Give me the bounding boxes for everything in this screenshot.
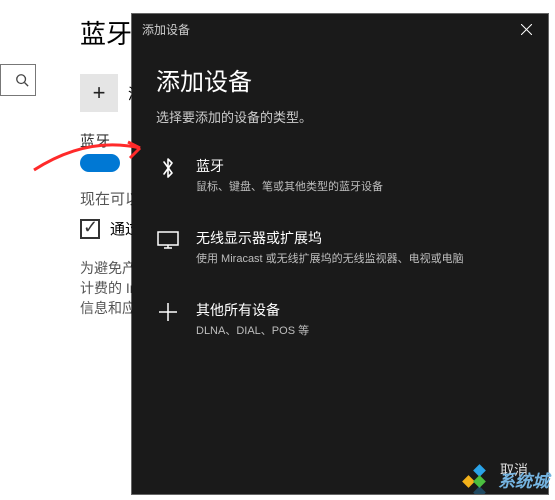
dialog-subtitle: 选择要添加的设备的类型。 <box>156 107 524 126</box>
option-other-text: 其他所有设备 DLNA、DIAL、POS 等 <box>196 300 309 338</box>
filter-checkbox[interactable] <box>80 219 100 239</box>
option-other-title: 其他所有设备 <box>196 300 309 320</box>
add-device-dialog: 添加设备 添加设备 选择要添加的设备的类型。 蓝牙 鼠标、键盘、笔或其他类型的蓝… <box>132 14 548 494</box>
option-bluetooth-desc: 鼠标、键盘、笔或其他类型的蓝牙设备 <box>196 178 383 194</box>
close-icon <box>521 24 532 35</box>
option-wireless-display-desc: 使用 Miracast 或无线扩展坞的无线监视器、电视或电脑 <box>196 250 464 266</box>
option-wireless-display[interactable]: 无线显示器或扩展坞 使用 Miracast 或无线扩展坞的无线监视器、电视或电脑 <box>156 220 524 274</box>
option-other-desc: DLNA、DIAL、POS 等 <box>196 322 309 338</box>
cancel-button[interactable]: 取消 <box>500 460 528 480</box>
option-bluetooth[interactable]: 蓝牙 鼠标、键盘、笔或其他类型的蓝牙设备 <box>156 148 524 202</box>
close-button[interactable] <box>504 14 548 44</box>
search-input[interactable] <box>0 64 36 96</box>
bluetooth-icon <box>156 156 180 180</box>
display-icon <box>156 228 180 252</box>
option-wireless-display-text: 无线显示器或扩展坞 使用 Miracast 或无线扩展坞的无线监视器、电视或电脑 <box>196 228 464 266</box>
dialog-title: 添加设备 <box>156 62 524 97</box>
option-other[interactable]: 其他所有设备 DLNA、DIAL、POS 等 <box>156 292 524 346</box>
dialog-header: 添加设备 <box>132 14 548 44</box>
option-wireless-display-title: 无线显示器或扩展坞 <box>196 228 464 248</box>
dialog-body: 添加设备 选择要添加的设备的类型。 蓝牙 鼠标、键盘、笔或其他类型的蓝牙设备 <box>132 44 548 346</box>
option-bluetooth-text: 蓝牙 鼠标、键盘、笔或其他类型的蓝牙设备 <box>196 156 383 194</box>
bluetooth-toggle[interactable] <box>80 154 120 172</box>
now-available-label: 现在可以 <box>80 188 140 209</box>
add-device-button[interactable]: + <box>80 74 118 112</box>
bluetooth-section-label: 蓝牙 <box>80 130 110 151</box>
plus-icon: + <box>93 80 106 106</box>
search-icon <box>15 73 29 87</box>
dialog-header-title: 添加设备 <box>142 21 190 38</box>
option-bluetooth-title: 蓝牙 <box>196 156 383 176</box>
plus-icon <box>156 300 180 324</box>
